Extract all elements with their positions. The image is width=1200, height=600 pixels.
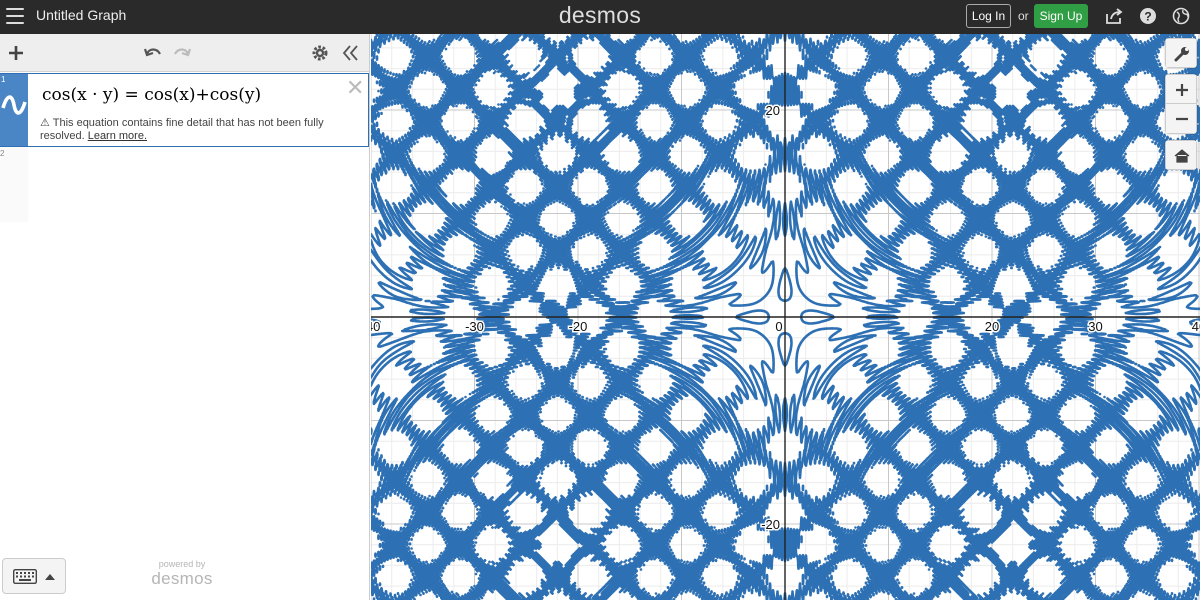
graph-title[interactable]: Untitled Graph [36, 7, 126, 23]
expression-panel: 1 cos(x · y) = cos(x)+cos(y) ✕ ⚠ This eq… [0, 34, 370, 600]
add-icon[interactable] [5, 42, 27, 64]
resolution-warning: ⚠ This equation contains fine detail tha… [40, 117, 340, 143]
collapse-icon[interactable] [340, 42, 362, 64]
home-icon[interactable] [1165, 140, 1197, 170]
powered-by-text: powered by [130, 559, 234, 569]
x-tick-label: -20 [569, 319, 588, 334]
y-tick-label: -20 [761, 517, 780, 532]
graph-canvas[interactable]: -40 -30 -20 0 20 30 40 20 -20 [371, 34, 1200, 600]
share-icon[interactable] [1104, 6, 1124, 26]
expression-color-toggle[interactable]: 1 [0, 74, 28, 146]
x-tick-label: 20 [985, 319, 999, 334]
zoom-out-icon[interactable] [1165, 104, 1197, 134]
zoom-in-icon[interactable] [1165, 74, 1197, 104]
settings-icon[interactable] [309, 42, 331, 64]
language-icon[interactable] [1171, 6, 1191, 26]
keyboard-toggle-button[interactable] [2, 558, 66, 594]
keyboard-icon [13, 569, 37, 584]
x-tick-label: 40 [1192, 319, 1200, 334]
menu-icon[interactable] [6, 8, 24, 24]
login-button[interactable]: Log In [966, 4, 1011, 28]
signup-button[interactable]: Sign Up [1034, 4, 1088, 28]
x-tick-label: -40 [371, 319, 380, 334]
svg-text:?: ? [1144, 10, 1151, 24]
caret-up-icon [44, 573, 56, 581]
graph-plot[interactable]: -40 -30 -20 0 20 30 40 20 -20 [371, 34, 1200, 600]
expression-input[interactable]: cos(x · y) = cos(x)+cos(y) [42, 85, 261, 105]
warning-text: This equation contains fine detail that … [40, 117, 324, 142]
redo-icon[interactable] [171, 42, 193, 64]
help-icon[interactable]: ? [1138, 6, 1158, 26]
graph-controls [1165, 38, 1197, 176]
implicit-curve-icon [1, 92, 27, 118]
expression-index: 1 [1, 75, 5, 84]
expression-toolbar [0, 34, 369, 72]
wrench-icon[interactable] [1165, 38, 1197, 68]
top-bar: Untitled Graph desmos Log In or Sign Up … [0, 0, 1200, 34]
powered-by-logo: desmos [130, 569, 234, 589]
warning-icon: ⚠ [40, 117, 50, 129]
new-expression-index: 2 [0, 149, 4, 158]
delete-expression-button[interactable]: ✕ [346, 78, 364, 98]
expression-item[interactable]: 1 cos(x · y) = cos(x)+cos(y) ✕ ⚠ This eq… [0, 73, 369, 147]
or-text: or [1018, 9, 1029, 23]
x-tick-label: -30 [465, 319, 484, 334]
x-tick-label: 30 [1088, 319, 1102, 334]
y-tick-label: 20 [766, 103, 780, 118]
undo-icon[interactable] [142, 42, 164, 64]
learn-more-link[interactable]: Learn more. [88, 130, 147, 142]
x-tick-label: 0 [775, 319, 782, 334]
powered-by-desmos[interactable]: powered by desmos [130, 559, 234, 589]
